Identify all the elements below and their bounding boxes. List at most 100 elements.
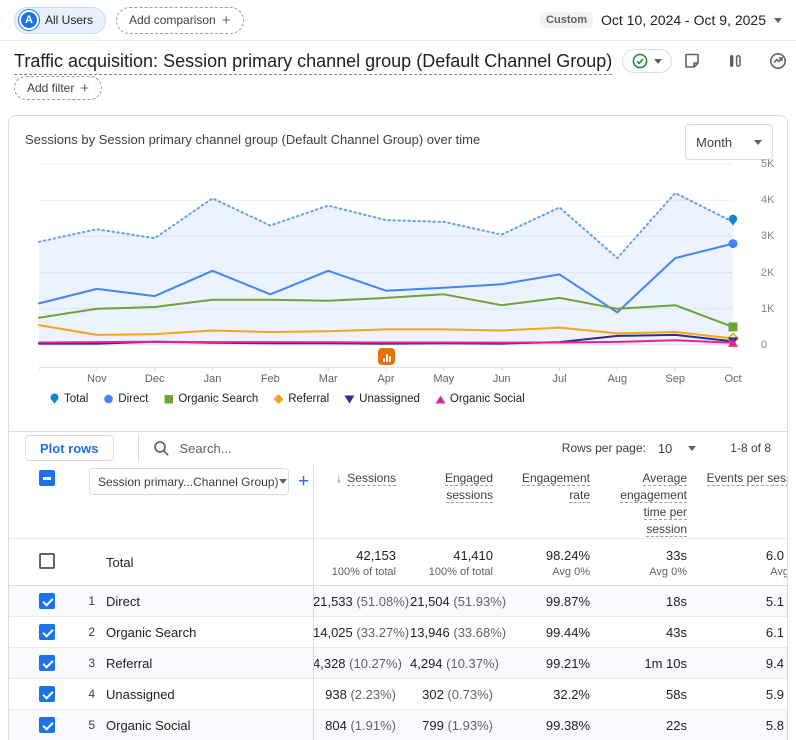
page-title: Traffic acquisition: Session primary cha…	[14, 50, 613, 75]
total-metric-cell: 41,410 100% of total	[428, 548, 493, 578]
chevron-down-icon[interactable]	[688, 445, 697, 451]
table-toolbar: Plot rows Rows per page: 10 1-8 of 8	[9, 432, 787, 464]
channel-name: Unassigned	[106, 686, 175, 702]
y-tick-label: 1K	[761, 302, 775, 315]
line-chart-plot	[38, 163, 740, 347]
table-row-organic-search: 2 Organic Search 14,025 (33.27%) 13,946 (33…	[9, 617, 787, 648]
metric-cell: 4,294 (10.37%)	[410, 655, 499, 671]
total-metric-cell: 6.0Avg 0%	[765, 548, 788, 578]
legend-pin-icon	[50, 393, 59, 404]
legend-item-organic-social[interactable]: Organic Social	[435, 393, 525, 405]
plus-icon: +	[80, 79, 90, 97]
chart-title: Sessions by Session primary channel grou…	[25, 132, 481, 147]
column-header-engaged-sessions[interactable]: Engaged sessions	[410, 464, 507, 504]
chevron-down-icon[interactable]	[774, 17, 782, 23]
row-checkbox[interactable]	[39, 655, 55, 671]
x-tick-label: Jan	[203, 373, 222, 385]
metric-cell: 99.21%	[545, 655, 590, 671]
add-filter-button[interactable]: Add filter +	[14, 76, 103, 100]
audience-chip-all-users[interactable]: A All Users	[14, 6, 107, 34]
search-input[interactable]	[179, 440, 380, 456]
metric-cell: 302 (0.73%)	[422, 686, 493, 702]
report-card: Sessions by Session primary channel grou…	[8, 115, 788, 740]
y-tick-label: 0	[761, 339, 768, 351]
row-checkbox[interactable]	[39, 624, 55, 640]
metric-cell: 938 (2.23%)	[325, 686, 396, 702]
data-quality-indicator[interactable]	[622, 49, 673, 73]
sort-descending-icon: ↓	[335, 471, 346, 485]
legend-diamond-icon	[273, 394, 284, 404]
divider	[137, 434, 139, 462]
metric-cell: 21,504 (51.93%)	[410, 593, 507, 609]
y-axis-labels: 0 1K 2K 3K 4K 5K	[753, 158, 787, 351]
plus-icon: +	[221, 11, 231, 29]
metric-cell: 21,533 (51.08%)	[313, 593, 410, 609]
legend-item-total[interactable]: Total	[49, 393, 88, 405]
x-tick-label: Nov	[87, 373, 107, 385]
metric-cell: 5.9	[765, 686, 784, 702]
row-checkbox[interactable]	[39, 593, 55, 609]
add-dimension-button[interactable]: +	[298, 471, 309, 493]
x-tick-label: Aug	[607, 373, 628, 385]
total-metric-cell: 98.24% Avg 0%	[545, 548, 590, 578]
comparison-icon[interactable]	[725, 51, 745, 71]
dimension-dropdown-value: Session primary...Channel Group)	[98, 474, 279, 489]
insights-icon[interactable]	[768, 51, 788, 71]
analytics-annotation-icon[interactable]	[378, 348, 395, 365]
row-checkbox[interactable]	[39, 686, 55, 702]
topbar: A All Users Add comparison + Custom Oct …	[0, 0, 796, 41]
legend-item-organic-search[interactable]: Organic Search	[163, 393, 258, 405]
column-header-sessions[interactable]: ↓ Sessions	[313, 464, 410, 487]
metric-cell: 4,328 (10.27%)	[313, 655, 402, 671]
report-action-icons	[682, 51, 796, 71]
dimension-dropdown[interactable]: Session primary...Channel Group)	[89, 468, 289, 495]
chevron-down-icon	[278, 479, 287, 484]
select-all-checkbox[interactable]	[39, 470, 55, 486]
x-tick-label: Mar	[318, 373, 338, 385]
x-tick-label: Apr	[377, 373, 395, 385]
note-icon[interactable]	[682, 51, 702, 71]
y-tick-label: 5K	[761, 158, 775, 170]
channels-table: Session primary...Channel Group) + ↓ Ses…	[9, 464, 787, 740]
table-row-organic-social: 5 Organic Social 804 (1.91%) 799 (1.93%) 99.…	[9, 710, 787, 740]
total-metric-cell: 33s Avg 0%	[649, 548, 687, 578]
granularity-select[interactable]: Month	[685, 124, 773, 160]
legend-triangle-down-icon	[344, 395, 355, 404]
metric-cell: 18s	[666, 593, 687, 609]
channel-name: Organic Search	[106, 624, 197, 640]
total-row-checkbox[interactable]	[39, 553, 55, 569]
x-tick-label: Jun	[492, 373, 511, 385]
legend-item-referral[interactable]: Referral	[273, 393, 329, 405]
row-checkbox[interactable]	[39, 717, 55, 733]
metric-cell: 32.2%	[553, 686, 590, 702]
legend-square-icon	[164, 395, 174, 404]
channel-name: Direct	[106, 593, 140, 609]
row-number: 4	[88, 687, 95, 701]
metric-cell: 6.1	[765, 624, 784, 640]
metric-cell: 99.87%	[545, 593, 590, 609]
chevron-down-icon	[654, 58, 663, 64]
metric-cell: 5.8	[765, 717, 784, 733]
column-header-engagement-rate[interactable]: Engagement rate	[507, 464, 604, 504]
column-header-average-engagement-time-per-session[interactable]: Average engagement time per session	[604, 464, 701, 538]
green-check-circle-icon	[632, 53, 648, 69]
metric-cell: 9.4	[765, 655, 784, 671]
metric-cell: 1m 10s	[644, 655, 687, 671]
legend-item-unassigned[interactable]: Unassigned	[344, 393, 420, 405]
metric-cell: 13,946 (33.68%)	[410, 624, 507, 640]
metric-cell: 5.1	[765, 593, 784, 609]
metric-cell: 99.38%	[545, 717, 590, 733]
rows-per-page-label: Rows per page:	[561, 441, 646, 455]
legend-item-direct[interactable]: Direct	[103, 393, 148, 405]
search-icon	[153, 440, 169, 456]
x-axis-labels: Nov Dec Jan Feb Mar Apr May Jun Jul Aug Sep Oct	[39, 373, 742, 387]
total-row-label: Total	[106, 555, 134, 570]
add-comparison-button[interactable]: Add comparison +	[116, 6, 244, 34]
sessions-over-time-chart: Sessions by Session primary channel grou…	[9, 116, 787, 431]
x-tick-label: Dec	[144, 373, 165, 385]
plot-rows-button[interactable]: Plot rows	[25, 435, 114, 461]
column-divider	[313, 464, 314, 740]
date-range-picker[interactable]: Oct 10, 2024 - Oct 9, 2025	[601, 12, 766, 28]
column-header-events-per-session[interactable]: Events per session	[701, 464, 787, 487]
rows-per-page-value[interactable]: 10	[658, 441, 672, 456]
